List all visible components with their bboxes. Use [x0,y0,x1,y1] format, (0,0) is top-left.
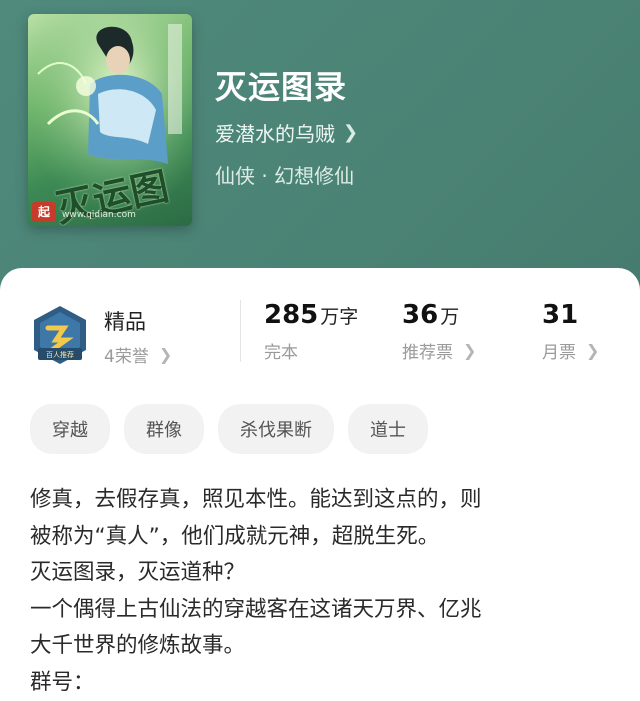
cover-logo: 起 [32,202,56,222]
stat-value: 31 [542,300,579,330]
stat-label: 月票 [542,343,576,363]
description-line: 修真，去假存真，照见本性。能达到这点的，则 [30,487,482,512]
tag-list: 穿越 群像 杀伐果断 道士 [30,404,428,454]
honor-count: 4荣誉 [104,347,149,367]
description-line: 群号： [30,669,95,695]
stats-divider [240,300,241,362]
tag-chip[interactable]: 群像 [124,404,204,454]
stat-value: 285 [264,300,319,330]
tag-chip[interactable]: 穿越 [30,404,110,454]
description-line: 大千世界的修炼故事。 [30,633,246,658]
book-title: 灭运图录 [215,68,348,106]
chevron-right-icon: ❯ [343,122,359,143]
honor-link[interactable]: 4荣誉 ❯ [104,342,172,367]
book-description[interactable]: 修真，去假存真，照见本性。能达到这点的，则 被称为“真人”，他们成就元神，超脱生… [30,482,620,701]
book-header: 灭运图录 起 www.qidian.com 灭运图录 爱潜水的乌贼 ❯ 仙侠 ·… [0,0,640,280]
stat-unit: 万 [440,306,460,328]
description-line: 灭运图录，灭运道种？ [30,560,246,585]
badge-text: 百人推荐 [46,350,74,359]
tag-chip[interactable]: 杀伐果断 [218,404,334,454]
cover-site: www.qidian.com [62,210,136,220]
stat-label: 完本 [264,343,298,363]
stat-word-count: 285 万字 完本 [264,300,358,363]
quality-label: 精品 [104,310,146,334]
chevron-right-icon: ❯ [586,341,600,360]
stat-unit: 万字 [320,306,359,328]
stat-label: 推荐票 [402,343,453,363]
book-cover-image[interactable]: 灭运图录 起 www.qidian.com [28,14,192,226]
stat-value: 36 [402,300,439,330]
stat-monthly-votes[interactable]: 31 月票 ❯ [542,300,599,363]
chevron-right-icon: ❯ [158,345,173,364]
book-genre: 仙侠 · 幻想修仙 [215,164,355,188]
description-line: 一个偶得上古仙法的穿越客在这诸天万界、亿兆 [30,596,482,622]
quality-badge-icon[interactable]: 百人推荐 [30,304,90,366]
tag-chip[interactable]: 道士 [348,404,428,454]
author-link[interactable]: 爱潜水的乌贼 ❯ [215,118,358,147]
author-name: 爱潜水的乌贼 [215,122,335,146]
stat-recommend-votes[interactable]: 36 万 推荐票 ❯ [402,300,476,363]
chevron-right-icon: ❯ [463,341,477,360]
description-line: 被称为“真人”，他们成就元神，超脱生死。 [30,523,440,549]
